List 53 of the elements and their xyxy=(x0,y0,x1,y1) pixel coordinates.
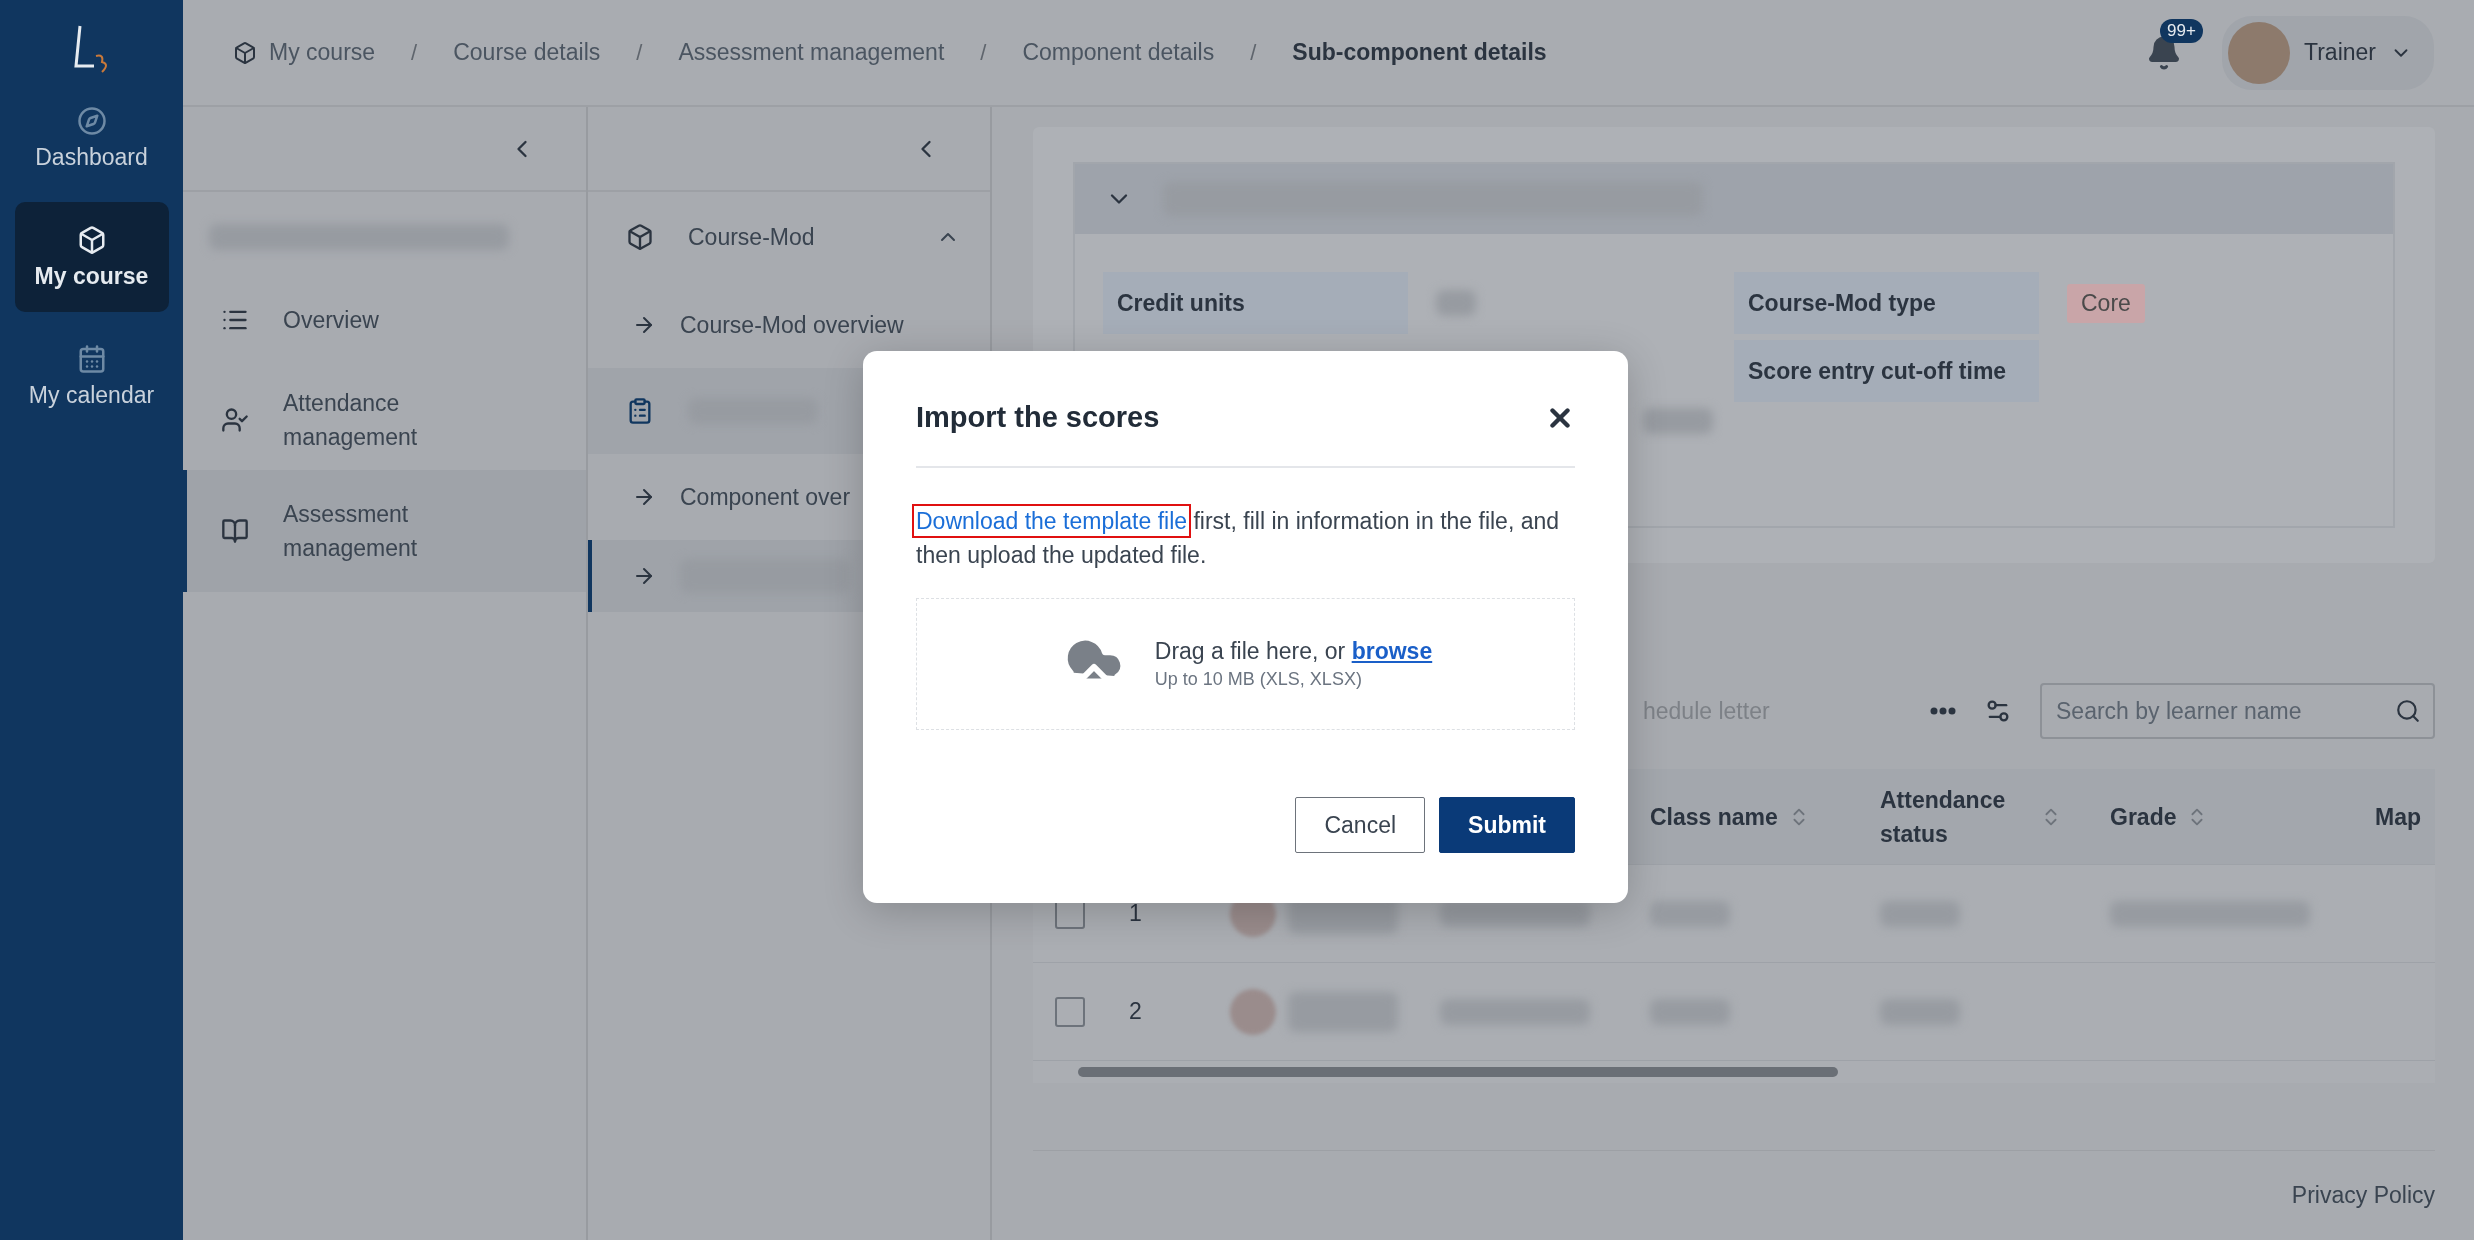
blurred-text xyxy=(1643,408,1713,434)
field-label: Score entry cut-off time xyxy=(1734,340,2039,402)
menu-item[interactable]: Overview xyxy=(183,270,586,370)
breadcrumb-separator: / xyxy=(1250,39,1257,66)
search-field[interactable]: Search by learner name xyxy=(2040,683,2435,739)
scrollbar-thumb[interactable] xyxy=(1078,1067,1838,1077)
submit-button[interactable]: Submit xyxy=(1439,797,1575,853)
user-check-icon xyxy=(221,406,249,434)
bell-icon xyxy=(2146,34,2182,71)
row-number: 1 xyxy=(1128,900,1143,927)
instruction-text: Download the template file first, fill in information in the file, and then upload the updated file. xyxy=(916,504,1575,572)
breadcrumb-link[interactable]: Assessment management xyxy=(678,39,945,66)
breadcrumb-separator: / xyxy=(980,39,987,66)
cube-icon xyxy=(233,40,257,65)
file-drop-zone[interactable]: Drag a file here, or browse Up to 10 MB (XLS, XLSX) xyxy=(916,598,1575,730)
file-size-hint: Up to 10 MB (XLS, XLSX) xyxy=(1154,669,1363,690)
column-header[interactable]: Attendance status xyxy=(1880,782,2080,851)
dialog-title: Import the scores xyxy=(916,401,1160,434)
compass-icon xyxy=(76,105,107,136)
breadcrumb-separator: / xyxy=(411,39,418,66)
breadcrumb-separator: / xyxy=(636,39,643,66)
menu-item[interactable]: Assessment management xyxy=(183,470,586,592)
nav-item[interactable]: Dashboard xyxy=(14,88,169,188)
avatar-placeholder xyxy=(2228,21,2290,84)
privacy-policy-link[interactable]: Privacy Policy xyxy=(2291,1182,2435,1209)
cancel-button[interactable]: Cancel xyxy=(1295,797,1426,853)
row-checkbox[interactable] xyxy=(1055,996,1085,1027)
column-header[interactable]: Class name xyxy=(1650,799,1880,834)
row-number: 2 xyxy=(1128,998,1143,1025)
column-header[interactable]: Grade xyxy=(2110,799,2375,834)
calendar-icon xyxy=(76,343,107,374)
search-icon xyxy=(2395,698,2421,724)
breadcrumb-link[interactable]: Sub-component details xyxy=(1292,39,1547,66)
more-icon xyxy=(1930,707,1956,715)
breadcrumb-link[interactable]: My course xyxy=(269,39,376,66)
field-label: Credit units xyxy=(1103,272,1408,334)
book-icon xyxy=(221,517,249,545)
drop-text: Drag a file here, or browse xyxy=(1154,638,1433,665)
cube-icon xyxy=(626,223,654,251)
breadcrumb-link[interactable]: Course details xyxy=(453,39,601,66)
breadcrumb-link[interactable]: Component details xyxy=(1022,39,1215,66)
menu-group[interactable]: Course-Mod xyxy=(588,192,990,282)
menu-item[interactable]: Attendance management xyxy=(183,370,586,470)
nav-item[interactable]: My course xyxy=(14,202,169,312)
notification-badge: 99+ xyxy=(2160,18,2203,43)
type-tag: Core xyxy=(2067,283,2145,323)
field-label: Course-Mod type xyxy=(1734,272,2039,334)
user-menu-button[interactable]: Trainer xyxy=(2222,15,2434,90)
nav-item[interactable]: My calendar xyxy=(14,326,169,426)
browse-link[interactable]: browse xyxy=(1351,638,1433,664)
menu-link[interactable]: Course-Mod overview xyxy=(588,282,990,368)
avatar-placeholder xyxy=(1230,988,1276,1035)
column-header[interactable]: Map xyxy=(2375,799,2435,834)
